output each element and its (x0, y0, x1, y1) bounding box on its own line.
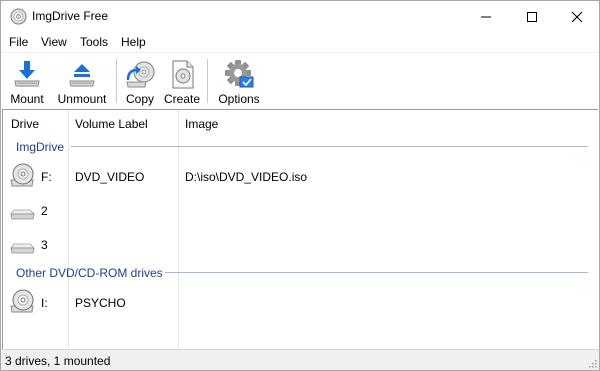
toolbar-separator (116, 59, 117, 103)
group-divider (71, 146, 588, 147)
app-disc-icon (10, 8, 27, 25)
options-button[interactable]: Options (215, 55, 263, 108)
copy-label: Copy (125, 92, 154, 106)
column-header-drive[interactable]: Drive (11, 110, 39, 136)
drive-list[interactable]: Drive Volume Label Image ImgDrive F: DVD… (2, 109, 598, 349)
minimize-icon (481, 16, 491, 17)
mount-icon (14, 61, 40, 87)
volume-label: DVD_VIDEO (75, 170, 145, 184)
options-gear-icon (225, 60, 254, 88)
empty-drive-icon (10, 243, 35, 254)
status-text: 3 drives, 1 mounted (5, 354, 111, 368)
title-bar[interactable]: ImgDrive Free (1, 1, 599, 32)
drive-row[interactable]: 3 (3, 226, 597, 260)
menu-file[interactable]: File (9, 35, 28, 49)
drive-row[interactable]: 2 (3, 192, 597, 226)
options-label: Options (218, 92, 260, 106)
copy-button[interactable]: Copy (122, 55, 158, 108)
volume-label: PSYCHO (75, 296, 126, 310)
status-bar: 3 drives, 1 mounted (1, 349, 599, 370)
drive-row[interactable]: F: DVD_VIDEO D:\iso\DVD_VIDEO.iso (3, 158, 597, 192)
unmount-icon (69, 64, 95, 87)
column-header-volume-label[interactable]: Volume Label (75, 110, 148, 136)
column-header-image[interactable]: Image (185, 110, 218, 136)
mount-button[interactable]: Mount (5, 55, 49, 108)
minimize-button[interactable] (463, 1, 509, 32)
copy-disc-icon (126, 61, 155, 88)
menu-help[interactable]: Help (121, 35, 146, 49)
toolbar-separator (207, 59, 208, 103)
disc-drive-loaded-icon (10, 163, 34, 187)
unmount-button[interactable]: Unmount (55, 55, 109, 108)
create-button[interactable]: Create (162, 55, 202, 108)
menu-view[interactable]: View (41, 35, 67, 49)
group-header-imgdrive: ImgDrive (16, 140, 65, 154)
drive-letter: 3 (41, 238, 48, 252)
drive-letter: I: (41, 296, 48, 310)
image-path: D:\iso\DVD_VIDEO.iso (185, 170, 308, 184)
disc-drive-loaded-icon (10, 289, 34, 313)
maximize-button[interactable] (509, 1, 555, 32)
maximize-icon (527, 11, 537, 22)
toolbar: Mount Unmount Copy Create Options (1, 52, 599, 109)
mount-label: Mount (10, 92, 44, 106)
create-image-icon (172, 60, 194, 89)
empty-drive-icon (10, 209, 35, 220)
menu-bar: File View Tools Help (1, 32, 599, 52)
menu-tools[interactable]: Tools (80, 35, 108, 49)
group-header-other-drives: Other DVD/CD-ROM drives (16, 266, 163, 280)
drive-letter: F: (41, 170, 52, 184)
close-icon (571, 11, 583, 22)
create-label: Create (163, 92, 201, 106)
imgdrive-window: ImgDrive Free File View Tools Help Mount (0, 0, 600, 371)
group-divider (165, 272, 588, 273)
window-title: ImgDrive Free (32, 9, 109, 23)
close-button[interactable] (554, 1, 600, 32)
drive-letter: 2 (41, 204, 48, 218)
resize-grip-icon[interactable] (587, 358, 597, 368)
drive-row[interactable]: I: PSYCHO (3, 284, 597, 318)
unmount-label: Unmount (57, 92, 107, 106)
